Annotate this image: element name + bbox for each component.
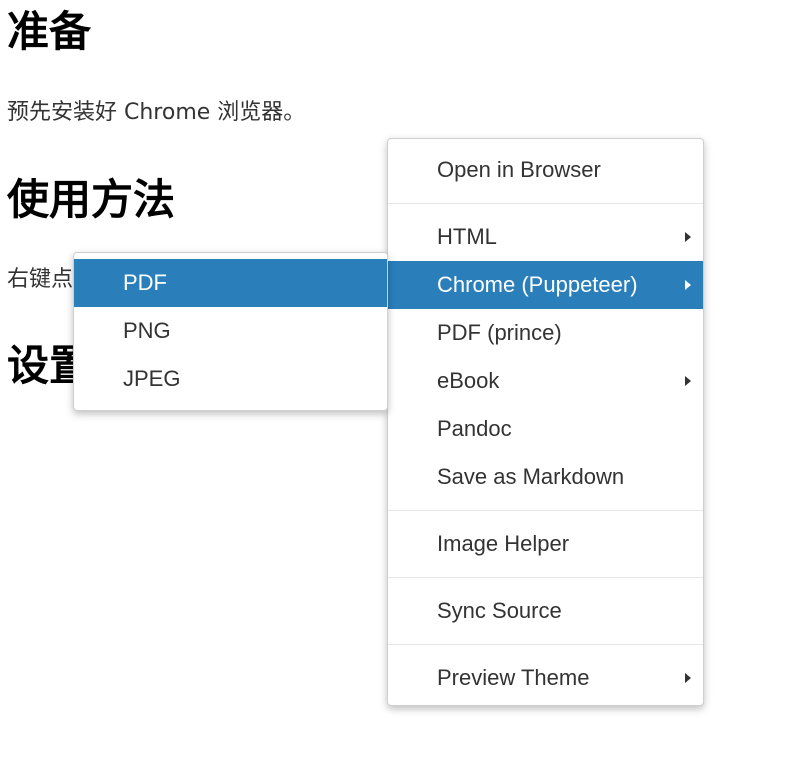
menu-item-html[interactable]: HTML [388, 213, 703, 261]
menu-item-label: Chrome (Puppeteer) [437, 272, 638, 297]
menu-item-label: Open in Browser [437, 157, 601, 182]
menu-item-label: eBook [437, 368, 500, 393]
submenu-item-pdf[interactable]: PDF [74, 259, 387, 307]
submenu-arrow-icon [685, 232, 691, 242]
menu-item-chrome-puppeteer[interactable]: Chrome (Puppeteer) [388, 261, 703, 309]
chrome-submenu: PDF PNG JPEG [73, 252, 388, 411]
menu-separator [388, 644, 703, 645]
menu-item-pandoc[interactable]: Pandoc [388, 405, 703, 453]
submenu-item-png[interactable]: PNG [74, 307, 387, 355]
menu-item-label: PNG [123, 318, 171, 343]
submenu-arrow-icon [685, 376, 691, 386]
menu-item-label: Save as Markdown [437, 464, 625, 489]
menu-separator [388, 577, 703, 578]
menu-item-preview-theme[interactable]: Preview Theme [388, 654, 703, 702]
heading-prep: 准备 [7, 7, 92, 56]
menu-item-label: Sync Source [437, 598, 562, 623]
paragraph-prep: 预先安装好 Chrome 浏览器。 [7, 100, 306, 125]
menu-separator [388, 203, 703, 204]
paragraph-usage: 右键点 [7, 267, 74, 292]
menu-item-open-in-browser[interactable]: Open in Browser [388, 146, 703, 194]
heading-usage: 使用方法 [7, 175, 176, 224]
menu-item-sync-source[interactable]: Sync Source [388, 587, 703, 635]
submenu-item-jpeg[interactable]: JPEG [74, 355, 387, 403]
menu-item-label: JPEG [123, 366, 181, 391]
menu-item-label: Preview Theme [437, 665, 590, 690]
submenu-arrow-icon [685, 280, 691, 290]
menu-item-image-helper[interactable]: Image Helper [388, 520, 703, 568]
menu-item-label: PDF (prince) [437, 320, 562, 345]
menu-item-label: HTML [437, 224, 497, 249]
context-menu: Open in Browser HTML Chrome (Puppeteer) … [387, 138, 704, 706]
menu-item-label: Image Helper [437, 531, 570, 556]
menu-separator [388, 510, 703, 511]
menu-item-save-as-markdown[interactable]: Save as Markdown [388, 453, 703, 501]
menu-item-ebook[interactable]: eBook [388, 357, 703, 405]
submenu-arrow-icon [685, 673, 691, 683]
menu-item-label: PDF [123, 270, 167, 295]
menu-item-pdf-prince[interactable]: PDF (prince) [388, 309, 703, 357]
menu-item-label: Pandoc [437, 416, 512, 441]
